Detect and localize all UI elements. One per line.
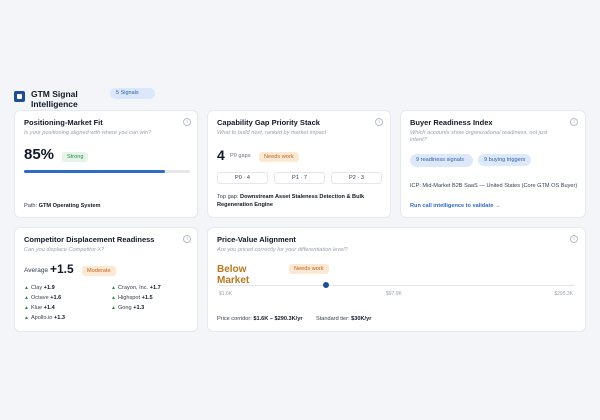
up-triangle-icon: ▲: [111, 285, 116, 291]
card-subtitle: Are you priced correctly for your differ…: [217, 247, 348, 253]
price-corridor: Price corridor: $1.6K – $290.3K/yr: [217, 316, 303, 322]
price-value-alignment-card: Price-Value Alignment Are you priced cor…: [207, 227, 586, 332]
competitor-name: Apollo.io: [30, 315, 53, 321]
info-icon[interactable]: i: [183, 118, 191, 126]
priority-chip-p2[interactable]: P2 · 3: [331, 172, 382, 184]
gap-count: 4: [217, 147, 225, 163]
competitor-item: ▲ Apollo.io +1.3: [24, 315, 65, 321]
card-title: Buyer Readiness Index: [410, 118, 493, 127]
status-badge: Needs work: [259, 152, 299, 162]
top-gap-label: Top gap:: [217, 194, 239, 200]
buying-triggers-badge[interactable]: 9 buying triggers: [478, 154, 532, 166]
price-corridor-label: Price corridor:: [217, 316, 252, 322]
competitor-item: ▲ Klue +1.4: [24, 305, 55, 311]
fit-score: 85%: [24, 146, 55, 163]
top-gap-value: Downstream Asset Staleness Detection & B…: [217, 194, 365, 208]
buyer-readiness-card: Buyer Readiness Index Which accounts sho…: [400, 110, 586, 218]
up-triangle-icon: ▲: [24, 295, 29, 301]
status-badge: Strong: [62, 152, 89, 162]
up-triangle-icon: ▲: [24, 305, 29, 311]
standard-tier-label: Standard tier:: [316, 316, 350, 322]
capability-gap-card: Capability Gap Priority Stack What to bu…: [207, 110, 391, 218]
price-verdict: Below Market: [217, 264, 250, 286]
price-slider-track[interactable]: [219, 282, 574, 288]
competitor-score: +1.7: [149, 285, 161, 291]
competitor-score: +1.4: [43, 305, 55, 311]
competitor-name: Crayon, Inc.: [117, 285, 149, 291]
up-triangle-icon: ▲: [24, 315, 29, 321]
competitor-name: Klue: [30, 305, 43, 311]
priority-chip-p0[interactable]: P0 · 4: [217, 172, 268, 184]
competitor-name: Highspot: [117, 295, 141, 301]
card-subtitle: What to build next, ranked by market imp…: [217, 130, 327, 136]
positioning-path: Path: GTM Operating System: [24, 203, 100, 209]
competitor-item: ▲ Crayon, Inc. +1.7: [111, 285, 161, 291]
info-icon[interactable]: i: [183, 235, 191, 243]
info-icon[interactable]: i: [375, 118, 383, 126]
standard-tier-value: $30K/yr: [351, 316, 372, 322]
status-badge: Needs work: [289, 264, 329, 274]
competitor-score: +1.9: [43, 285, 55, 291]
signals-count-badge: 5 Signals: [110, 88, 155, 99]
competitor-item: ▲ Octave +1.6: [24, 295, 61, 301]
tick-label-mid: $97.9K: [386, 291, 402, 297]
path-value: GTM Operating System: [38, 203, 101, 209]
status-badge: Moderate: [82, 266, 116, 276]
price-slider-handle[interactable]: [322, 282, 329, 288]
average-value: +1.5: [50, 262, 74, 276]
competitor-item: ▲ Highspot +1.5: [111, 295, 153, 301]
info-icon[interactable]: i: [570, 235, 578, 243]
up-triangle-icon: ▲: [24, 285, 29, 291]
competitor-name: Gong: [117, 305, 132, 311]
card-title: Capability Gap Priority Stack: [217, 118, 320, 127]
competitor-name: Octave: [30, 295, 49, 301]
path-label: Path:: [24, 203, 38, 209]
icp-text: ICP: Mid-Market B2B SaaS — United States…: [410, 183, 578, 189]
competitor-score: +1.3: [53, 315, 66, 321]
card-title: Competitor Displacement Readiness: [24, 235, 155, 244]
readiness-signals-badge[interactable]: 9 readiness signals: [410, 154, 473, 167]
card-subtitle: Is your positioning aligned with where y…: [24, 130, 152, 136]
info-icon[interactable]: i: [570, 118, 578, 126]
competitor-item: ▲ Gong +1.3: [111, 305, 144, 311]
page-title: GTM Signal Intelligence: [31, 89, 78, 109]
top-gap: Top gap: Downstream Asset Staleness Dete…: [217, 193, 385, 209]
card-title: Price-Value Alignment: [217, 235, 296, 244]
up-triangle-icon: ▲: [111, 305, 116, 311]
gap-count-label: P0 gaps: [230, 153, 251, 159]
positioning-market-fit-card: Positioning-Market Fit Is your positioni…: [14, 110, 198, 218]
card-subtitle: Can you displace Competitor X?: [24, 247, 105, 253]
average-label: Average: [24, 267, 49, 274]
card-subtitle: Which accounts show organizational readi…: [410, 130, 548, 143]
up-triangle-icon: ▲: [111, 295, 116, 301]
fit-progress-track: [24, 170, 190, 173]
card-title: Positioning-Market Fit: [24, 118, 103, 127]
tick-label-min: $1.6K: [219, 291, 233, 297]
competitor-score: +1.3: [133, 305, 145, 311]
app-logo-icon: [14, 91, 25, 102]
competitor-score: +1.5: [141, 295, 153, 301]
tick-label-max: $295.3K: [554, 291, 573, 297]
competitor-score: +1.6: [50, 295, 62, 301]
run-call-intelligence-link[interactable]: Run call intelligence to validate →: [410, 203, 500, 209]
competitor-displacement-card: Competitor Displacement Readiness Can yo…: [14, 227, 198, 332]
competitor-item: ▲ Clay +1.9: [24, 285, 55, 291]
standard-tier: Standard tier: $30K/yr: [316, 316, 371, 322]
price-corridor-value: $1.6K – $290.3K/yr: [253, 316, 303, 322]
app-header: GTM Signal Intelligence: [14, 89, 99, 109]
fit-progress-fill: [24, 170, 166, 173]
priority-chip-p1[interactable]: P1 · 7: [274, 172, 325, 184]
competitor-name: Clay: [30, 285, 43, 291]
